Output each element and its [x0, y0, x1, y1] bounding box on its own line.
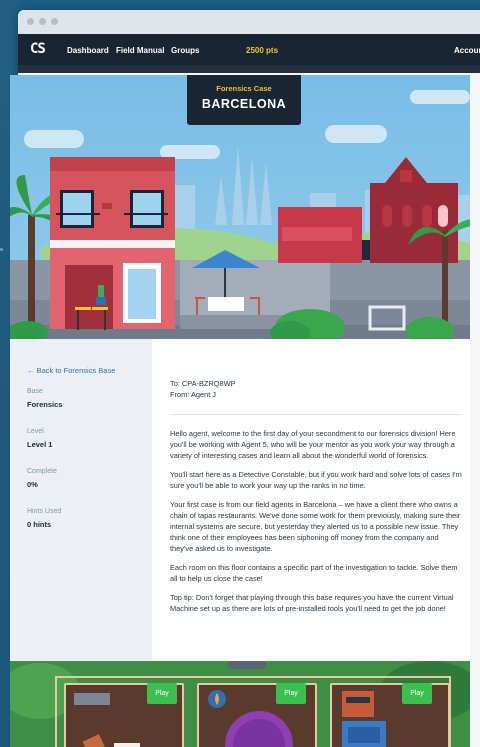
maximize-dot-icon[interactable]: [51, 18, 58, 25]
nav-shadow-strip: [18, 65, 480, 73]
nav-groups[interactable]: Groups: [171, 46, 199, 55]
meta-label-base: Base: [27, 388, 43, 395]
nav-account[interactable]: Accoun: [454, 46, 480, 55]
close-dot-icon[interactable]: [27, 18, 34, 25]
nav-dashboard[interactable]: Dashboard: [67, 46, 109, 55]
case-content: ← Back to Forensics Base Base Forensics …: [10, 339, 470, 661]
nav-field-manual[interactable]: Field Manual: [116, 46, 164, 55]
minimize-dot-icon[interactable]: [39, 18, 46, 25]
meta-label-complete: Complete: [27, 468, 57, 475]
meta-label-hints: Hints Used: [27, 508, 62, 515]
case-hero-banner: Forensics Case BARCELONA: [10, 75, 470, 339]
letter-paragraph: You'll start here as a Detective Constab…: [170, 470, 462, 490]
cs-logo[interactable]: CS: [30, 41, 46, 57]
case-kicker: Forensics Case: [216, 84, 272, 93]
room-2-play-button[interactable]: Play: [276, 683, 306, 704]
letter-paragraph: Top tip: Don't forget that playing throu…: [170, 593, 454, 613]
room-1-play-button[interactable]: Play: [147, 683, 177, 704]
background-dot: [0, 248, 3, 251]
letter-divider: [170, 414, 462, 415]
briefing-letter: To: CPA-BZRQ8WP From: Agent J Hello agen…: [170, 378, 462, 622]
letter-paragraph: Hello agent, welcome to the first day of…: [170, 429, 456, 460]
top-navbar: CS Dashboard Field Manual Groups 2500 pt…: [18, 34, 480, 65]
meta-label-level: Level: [27, 428, 44, 435]
room-3-play-button[interactable]: Play: [402, 683, 432, 704]
letter-paragraph: Your first case is from our field agents…: [170, 500, 461, 553]
room-card-3[interactable]: [330, 683, 450, 747]
case-sidebar: ← Back to Forensics Base Base Forensics …: [10, 339, 152, 661]
back-to-base-link[interactable]: ← Back to Forensics Base: [27, 366, 152, 375]
letter-from: From: Agent J: [170, 390, 217, 399]
case-city-title: BARCELONA: [201, 97, 287, 111]
meta-value-complete: 0%: [27, 480, 38, 489]
meta-value-hints: 0 hints: [27, 520, 52, 529]
window-titlebar: [18, 10, 480, 34]
points-counter: 2500 pts: [246, 46, 279, 55]
letter-paragraph: Each room on this floor contains a speci…: [170, 563, 458, 583]
letter-to: To: CPA-BZRQ8WP: [170, 379, 236, 388]
rooms-map: Play Play Play: [10, 661, 470, 747]
case-title-badge: Forensics Case BARCELONA: [187, 75, 301, 125]
meta-value-level: Level 1: [27, 440, 53, 449]
meta-value-base: Forensics: [27, 400, 63, 409]
